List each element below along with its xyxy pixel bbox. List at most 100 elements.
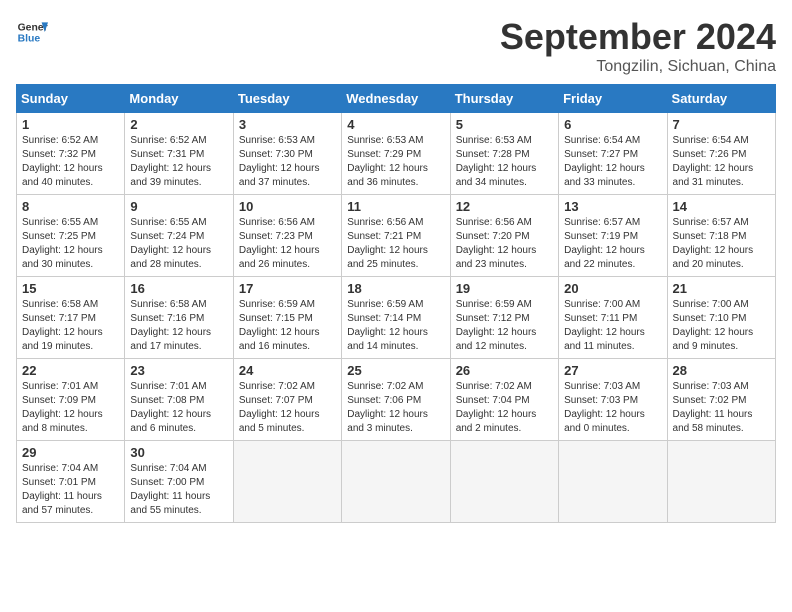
day-cell: 16 Sunrise: 6:58 AM Sunset: 7:16 PM Dayl… [125, 277, 233, 359]
day-number: 3 [239, 117, 336, 132]
day-number: 26 [456, 363, 553, 378]
day-cell: 13 Sunrise: 6:57 AM Sunset: 7:19 PM Dayl… [559, 195, 667, 277]
day-info: Sunrise: 6:59 AM Sunset: 7:14 PM Dayligh… [347, 298, 444, 354]
day-number: 11 [347, 199, 444, 214]
day-info: Sunrise: 7:02 AM Sunset: 7:04 PM Dayligh… [456, 380, 553, 436]
day-info: Sunrise: 7:04 AM Sunset: 7:01 PM Dayligh… [22, 462, 119, 518]
day-cell: 2 Sunrise: 6:52 AM Sunset: 7:31 PM Dayli… [125, 113, 233, 195]
day-info: Sunrise: 6:58 AM Sunset: 7:17 PM Dayligh… [22, 298, 119, 354]
day-number: 17 [239, 281, 336, 296]
day-cell: 15 Sunrise: 6:58 AM Sunset: 7:17 PM Dayl… [17, 277, 125, 359]
month-title: September 2024 [500, 16, 776, 58]
day-number: 15 [22, 281, 119, 296]
day-cell: 30 Sunrise: 7:04 AM Sunset: 7:00 PM Dayl… [125, 441, 233, 523]
day-info: Sunrise: 6:54 AM Sunset: 7:26 PM Dayligh… [673, 134, 770, 190]
day-number: 13 [564, 199, 661, 214]
day-info: Sunrise: 7:02 AM Sunset: 7:06 PM Dayligh… [347, 380, 444, 436]
day-number: 18 [347, 281, 444, 296]
location: Tongzilin, Sichuan, China [500, 58, 776, 76]
col-wednesday: Wednesday [342, 85, 450, 113]
day-cell: 8 Sunrise: 6:55 AM Sunset: 7:25 PM Dayli… [17, 195, 125, 277]
day-number: 4 [347, 117, 444, 132]
day-info: Sunrise: 7:03 AM Sunset: 7:03 PM Dayligh… [564, 380, 661, 436]
day-info: Sunrise: 6:55 AM Sunset: 7:25 PM Dayligh… [22, 216, 119, 272]
col-monday: Monday [125, 85, 233, 113]
day-number: 30 [130, 445, 227, 460]
day-cell: 19 Sunrise: 6:59 AM Sunset: 7:12 PM Dayl… [450, 277, 558, 359]
day-number: 20 [564, 281, 661, 296]
day-info: Sunrise: 6:52 AM Sunset: 7:32 PM Dayligh… [22, 134, 119, 190]
day-number: 10 [239, 199, 336, 214]
day-info: Sunrise: 6:53 AM Sunset: 7:29 PM Dayligh… [347, 134, 444, 190]
day-info: Sunrise: 6:59 AM Sunset: 7:12 PM Dayligh… [456, 298, 553, 354]
day-info: Sunrise: 6:55 AM Sunset: 7:24 PM Dayligh… [130, 216, 227, 272]
empty-cell [559, 441, 667, 523]
day-info: Sunrise: 7:00 AM Sunset: 7:11 PM Dayligh… [564, 298, 661, 354]
day-info: Sunrise: 6:53 AM Sunset: 7:28 PM Dayligh… [456, 134, 553, 190]
day-cell: 7 Sunrise: 6:54 AM Sunset: 7:26 PM Dayli… [667, 113, 775, 195]
day-number: 6 [564, 117, 661, 132]
col-friday: Friday [559, 85, 667, 113]
day-number: 9 [130, 199, 227, 214]
day-info: Sunrise: 6:54 AM Sunset: 7:27 PM Dayligh… [564, 134, 661, 190]
day-cell: 10 Sunrise: 6:56 AM Sunset: 7:23 PM Dayl… [233, 195, 341, 277]
title-area: September 2024 Tongzilin, Sichuan, China [500, 16, 776, 76]
day-number: 27 [564, 363, 661, 378]
day-number: 19 [456, 281, 553, 296]
day-cell: 24 Sunrise: 7:02 AM Sunset: 7:07 PM Dayl… [233, 359, 341, 441]
empty-cell [667, 441, 775, 523]
day-info: Sunrise: 6:57 AM Sunset: 7:19 PM Dayligh… [564, 216, 661, 272]
day-info: Sunrise: 6:53 AM Sunset: 7:30 PM Dayligh… [239, 134, 336, 190]
col-thursday: Thursday [450, 85, 558, 113]
day-info: Sunrise: 6:58 AM Sunset: 7:16 PM Dayligh… [130, 298, 227, 354]
day-cell: 18 Sunrise: 6:59 AM Sunset: 7:14 PM Dayl… [342, 277, 450, 359]
day-number: 5 [456, 117, 553, 132]
header-row: Sunday Monday Tuesday Wednesday Thursday… [17, 85, 776, 113]
day-number: 2 [130, 117, 227, 132]
day-info: Sunrise: 6:59 AM Sunset: 7:15 PM Dayligh… [239, 298, 336, 354]
day-number: 22 [22, 363, 119, 378]
day-number: 28 [673, 363, 770, 378]
day-cell: 4 Sunrise: 6:53 AM Sunset: 7:29 PM Dayli… [342, 113, 450, 195]
calendar-body: 1 Sunrise: 6:52 AM Sunset: 7:32 PM Dayli… [17, 113, 776, 523]
day-number: 7 [673, 117, 770, 132]
day-cell: 25 Sunrise: 7:02 AM Sunset: 7:06 PM Dayl… [342, 359, 450, 441]
day-number: 12 [456, 199, 553, 214]
day-info: Sunrise: 7:03 AM Sunset: 7:02 PM Dayligh… [673, 380, 770, 436]
day-cell: 9 Sunrise: 6:55 AM Sunset: 7:24 PM Dayli… [125, 195, 233, 277]
day-cell: 26 Sunrise: 7:02 AM Sunset: 7:04 PM Dayl… [450, 359, 558, 441]
day-info: Sunrise: 6:52 AM Sunset: 7:31 PM Dayligh… [130, 134, 227, 190]
day-number: 14 [673, 199, 770, 214]
day-cell: 20 Sunrise: 7:00 AM Sunset: 7:11 PM Dayl… [559, 277, 667, 359]
day-number: 25 [347, 363, 444, 378]
day-info: Sunrise: 7:02 AM Sunset: 7:07 PM Dayligh… [239, 380, 336, 436]
day-info: Sunrise: 7:00 AM Sunset: 7:10 PM Dayligh… [673, 298, 770, 354]
svg-text:Blue: Blue [18, 34, 41, 45]
day-info: Sunrise: 6:56 AM Sunset: 7:23 PM Dayligh… [239, 216, 336, 272]
day-number: 29 [22, 445, 119, 460]
day-number: 23 [130, 363, 227, 378]
calendar-table: Sunday Monday Tuesday Wednesday Thursday… [16, 84, 776, 523]
day-cell: 5 Sunrise: 6:53 AM Sunset: 7:28 PM Dayli… [450, 113, 558, 195]
day-cell: 21 Sunrise: 7:00 AM Sunset: 7:10 PM Dayl… [667, 277, 775, 359]
day-info: Sunrise: 7:01 AM Sunset: 7:09 PM Dayligh… [22, 380, 119, 436]
empty-cell [342, 441, 450, 523]
empty-cell [233, 441, 341, 523]
col-saturday: Saturday [667, 85, 775, 113]
day-cell: 14 Sunrise: 6:57 AM Sunset: 7:18 PM Dayl… [667, 195, 775, 277]
day-number: 16 [130, 281, 227, 296]
day-cell: 22 Sunrise: 7:01 AM Sunset: 7:09 PM Dayl… [17, 359, 125, 441]
day-number: 1 [22, 117, 119, 132]
day-cell: 1 Sunrise: 6:52 AM Sunset: 7:32 PM Dayli… [17, 113, 125, 195]
day-cell: 27 Sunrise: 7:03 AM Sunset: 7:03 PM Dayl… [559, 359, 667, 441]
day-cell: 29 Sunrise: 7:04 AM Sunset: 7:01 PM Dayl… [17, 441, 125, 523]
day-info: Sunrise: 6:56 AM Sunset: 7:21 PM Dayligh… [347, 216, 444, 272]
day-info: Sunrise: 7:04 AM Sunset: 7:00 PM Dayligh… [130, 462, 227, 518]
empty-cell [450, 441, 558, 523]
day-number: 24 [239, 363, 336, 378]
logo: General Blue [16, 16, 48, 48]
page-header: General Blue September 2024 Tongzilin, S… [16, 16, 776, 76]
day-cell: 23 Sunrise: 7:01 AM Sunset: 7:08 PM Dayl… [125, 359, 233, 441]
col-tuesday: Tuesday [233, 85, 341, 113]
day-cell: 11 Sunrise: 6:56 AM Sunset: 7:21 PM Dayl… [342, 195, 450, 277]
